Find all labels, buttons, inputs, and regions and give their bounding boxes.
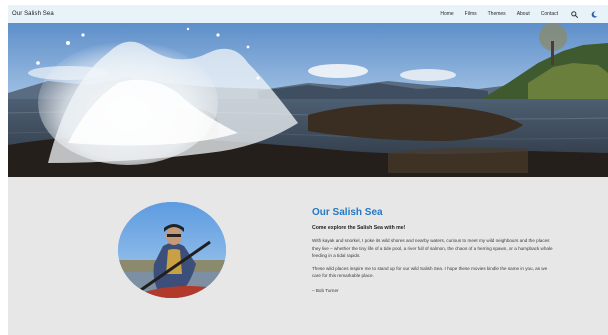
section-subheading: Come explore the Salish Sea with me! (312, 225, 406, 231)
nav-home[interactable]: Home (440, 11, 453, 17)
author-signature: – Bob Turner (312, 287, 339, 293)
moon-icon[interactable] (590, 10, 598, 18)
intro-section: Our Salish Sea Come explore the Salish S… (8, 177, 608, 335)
page: Our Salish Sea Home Films Themes About C… (0, 0, 608, 335)
hero-image (8, 23, 608, 177)
search-icon[interactable] (570, 10, 578, 18)
nav-about[interactable]: About (517, 11, 530, 17)
nav-themes[interactable]: Themes (488, 11, 506, 17)
main-nav: Home Films Themes About Contact (429, 5, 598, 23)
section-heading: Our Salish Sea (312, 207, 383, 218)
nav-contact[interactable]: Contact (541, 11, 558, 17)
intro-paragraph-1: With kayak and snorkel, I poke its wild … (312, 238, 553, 259)
author-photo (118, 202, 226, 298)
site-header: Our Salish Sea Home Films Themes About C… (8, 5, 608, 23)
site-title[interactable]: Our Salish Sea (12, 11, 54, 17)
intro-text: Our Salish Sea Come explore the Salish S… (312, 207, 557, 293)
nav-films[interactable]: Films (465, 11, 477, 17)
intro-paragraph-2: These wild places inspire me to stand up… (312, 265, 548, 279)
